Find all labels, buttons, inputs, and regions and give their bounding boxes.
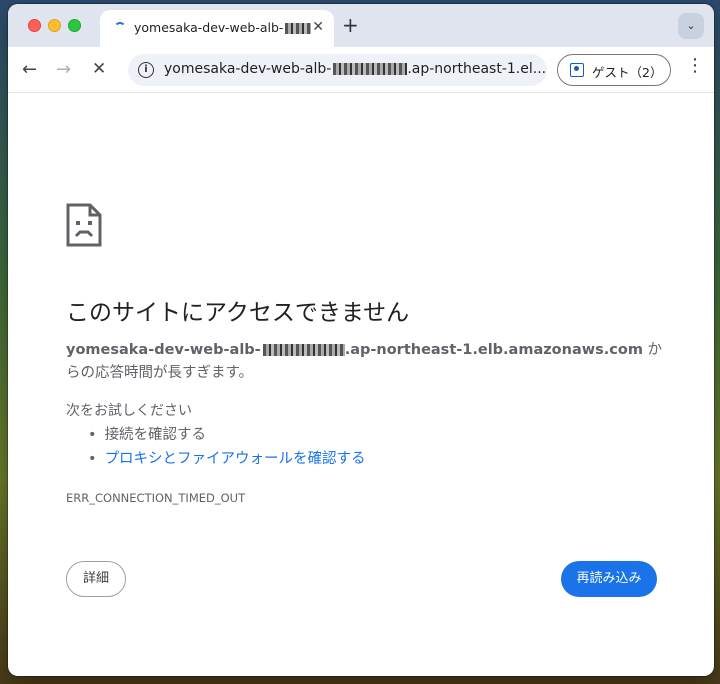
active-tab[interactable]: yomesaka-dev-web-alb- ✕ [100,10,334,47]
error-description: yomesaka-dev-web-alb- .ap-northeast-1.elb… [66,342,663,381]
close-window-button[interactable] [28,19,41,32]
forward-button[interactable]: → [56,59,71,80]
guest-profile-button[interactable]: ゲスト（2） [557,54,671,86]
minimize-window-button[interactable] [48,19,61,32]
redacted-text-icon [262,344,345,356]
error-title: このサイトにアクセスできません [66,300,410,326]
check-proxy-link[interactable]: プロキシとファイアウォールを確認する [105,451,366,467]
address-bar[interactable]: i yomesaka-dev-web-alb- .ap-northeast-1.e… [128,54,547,86]
error-code: ERR_CONNECTION_TIMED_OUT [66,491,246,505]
site-info-icon[interactable]: i [138,62,154,78]
guest-label: ゲスト（2） [592,65,663,80]
tab-close-icon[interactable]: ✕ [312,19,324,35]
tab-title: yomesaka-dev-web-alb- [134,20,312,35]
redacted-text-icon [285,23,312,34]
new-tab-button[interactable]: + [342,13,359,37]
reload-button[interactable]: 再読み込み [561,561,657,597]
tab-strip: yomesaka-dev-web-alb- ✕ + ⌄ [8,4,714,47]
host-name: yomesaka-dev-web-alb- .ap-northeast-1.elb… [66,342,643,358]
loading-spinner-icon [114,22,126,34]
toolbar: ← → ✕ i yomesaka-dev-web-alb- .ap-northea… [8,47,714,93]
suggestions-list: 接続を確認する プロキシとファイアウォールを確認する [88,423,366,471]
url-text[interactable]: yomesaka-dev-web-alb- .ap-northeast-1.el.… [164,61,546,77]
details-button[interactable]: 詳細 [66,561,126,597]
suggestions-heading: 次をお試しください [66,403,192,419]
suggestion-check-proxy[interactable]: プロキシとファイアウォールを確認する [88,447,366,471]
tab-search-button[interactable]: ⌄ [678,13,704,39]
stop-loading-button[interactable]: ✕ [92,59,106,79]
more-menu-icon[interactable]: ⋮ [686,57,704,75]
error-page: このサイトにアクセスできません yomesaka-dev-web-alb- .ap… [8,93,714,676]
redacted-text-icon [333,63,408,75]
maximize-window-button[interactable] [68,19,81,32]
suggestion-check-connection: 接続を確認する [88,423,366,447]
back-button[interactable]: ← [22,59,37,80]
profile-icon [570,63,584,77]
browser-window: yomesaka-dev-web-alb- ✕ + ⌄ ← → ✕ i yome… [8,4,714,676]
sad-document-icon [66,203,102,247]
